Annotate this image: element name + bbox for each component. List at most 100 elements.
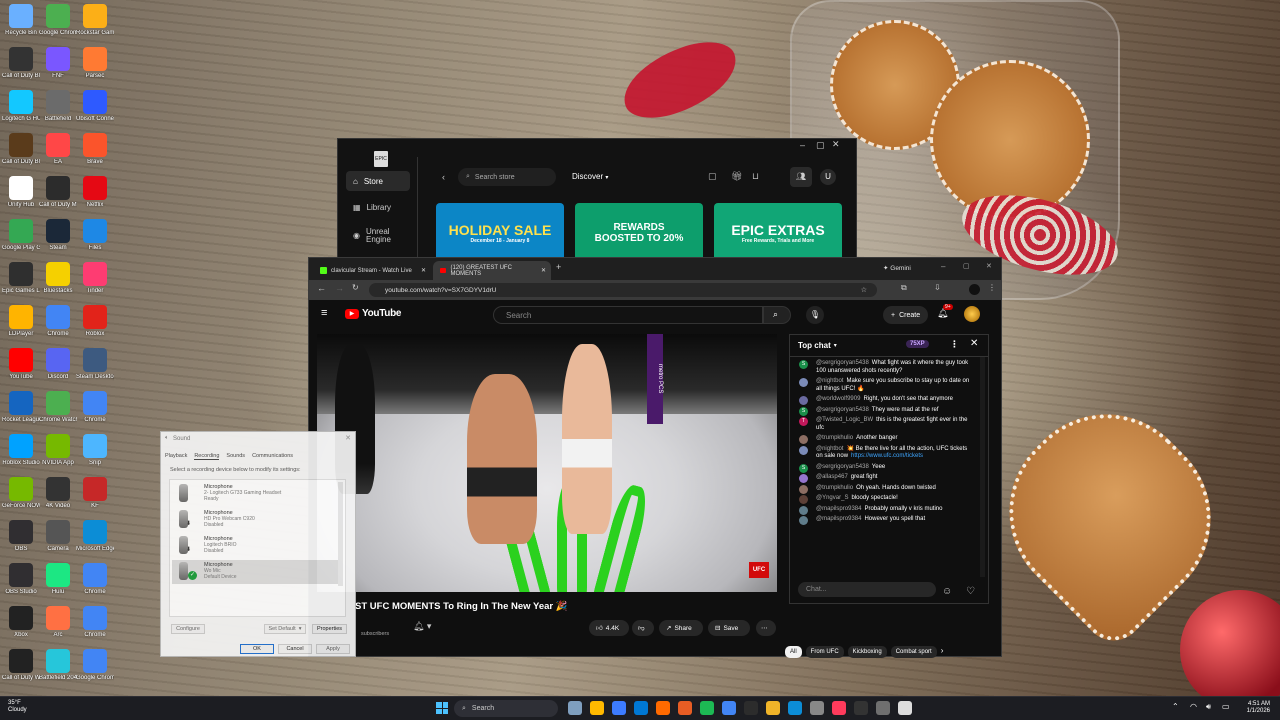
avatar[interactable]: U: [820, 169, 836, 185]
maximize-icon[interactable]: ▢: [963, 262, 970, 270]
chat-author[interactable]: @Yngvar_S: [816, 495, 848, 501]
recording-device[interactable]: Microphone Logitech BRIO Disabled ⬇: [172, 534, 343, 558]
taskbar-app-icon[interactable]: [590, 701, 604, 715]
chat-mode-dropdown[interactable]: Top chat: [798, 341, 831, 350]
chat-author[interactable]: @sergrigoryan5438: [816, 360, 869, 366]
taskbar-clock[interactable]: 4:51 AM 1/1/2026: [1247, 701, 1270, 715]
chat-author[interactable]: @trumpkhulio: [816, 435, 853, 441]
epic-nav-store[interactable]: ⌂ Store: [346, 171, 410, 191]
profile-avatar[interactable]: [969, 284, 980, 295]
desktop-icon[interactable]: Google Chrome: [76, 649, 114, 699]
device-list-scrollbar[interactable]: [338, 482, 343, 586]
address-bar[interactable]: youtube.com/watch?v=SX7GDYV1drU ☆: [369, 283, 877, 297]
microphone-icon[interactable]: 🎙︎: [806, 306, 824, 324]
epic-nav-library[interactable]: ▦ Library: [346, 197, 410, 217]
save-button[interactable]: ⊟ Save: [708, 620, 750, 636]
share-button[interactable]: ↗ Share: [659, 620, 703, 636]
chat-author[interactable]: @nightbot: [816, 378, 843, 384]
back-icon[interactable]: ‹: [442, 172, 445, 182]
notification-bell-icon[interactable]: 🔔︎ ▾: [413, 621, 431, 632]
chip-combat-sport[interactable]: Combat sport: [890, 646, 937, 658]
tab-communications[interactable]: Communications: [252, 453, 293, 460]
recording-device[interactable]: Microphone HD Pro Webcam C920 Disabled ⬇: [172, 508, 343, 532]
taskbar-app-icon[interactable]: [700, 701, 714, 715]
close-tab-icon[interactable]: ✕: [541, 267, 546, 274]
maximize-icon[interactable]: ▢: [816, 140, 825, 151]
recording-device[interactable]: Microphone Wo Mic Default Device ✓: [172, 560, 343, 584]
close-tab-icon[interactable]: ✕: [421, 267, 426, 274]
epic-nav-unreal[interactable]: ◉ Unreal Engine: [346, 223, 410, 249]
tray-overflow-icon[interactable]: ⌃: [1172, 702, 1179, 711]
tab-kick-stream[interactable]: clavicular Stream - Watch Live ✕: [313, 261, 431, 280]
chip-kickboxing[interactable]: Kickboxing: [847, 646, 887, 658]
reload-icon[interactable]: ↻: [352, 283, 359, 292]
chip-all[interactable]: All: [785, 646, 802, 658]
chat-link[interactable]: https://www.ufc.com/tickets: [851, 453, 923, 459]
dislike-button[interactable]: 👎︎: [632, 620, 654, 636]
chat-author[interactable]: @sergrigoryan5438: [816, 464, 869, 470]
taskbar-search[interactable]: ⌕ Search: [454, 700, 558, 717]
battery-icon[interactable]: ▭: [1222, 702, 1230, 711]
taskbar-app-icon[interactable]: [898, 701, 912, 715]
configure-button[interactable]: Configure: [171, 624, 205, 634]
chip-from-ufc[interactable]: From UFC: [805, 646, 844, 658]
chat-author[interactable]: @Twisted_Logic_BW: [816, 417, 873, 423]
start-button[interactable]: [436, 702, 448, 714]
youtube-logo[interactable]: ▶ YouTube: [345, 308, 402, 319]
chevron-right-icon[interactable]: ›: [941, 646, 944, 660]
close-icon[interactable]: ✕: [970, 338, 978, 349]
chevron-down-icon[interactable]: ▾: [834, 342, 837, 349]
taskbar-app-icon[interactable]: [810, 701, 824, 715]
recording-device[interactable]: Microphone 2- Logitech G733 Gaming Headse…: [172, 482, 343, 506]
chat-author[interactable]: @nightbot: [816, 446, 843, 452]
epic-tile-epic-extras[interactable]: EPIC EXTRAS Free Rewards, Trials and Mor…: [714, 203, 842, 263]
taskbar-app-icon[interactable]: [854, 701, 868, 715]
minimize-icon[interactable]: –: [941, 262, 945, 271]
avatar[interactable]: [964, 306, 980, 322]
cancel-button[interactable]: Cancel: [278, 644, 312, 654]
chat-author[interactable]: @mapilspro9384: [816, 516, 861, 522]
epic-tile-holiday-sale[interactable]: HOLIDAY SALE December 18 - January 8: [436, 203, 564, 263]
extensions-icon[interactable]: ⧉: [901, 283, 907, 293]
taskbar-app-icon[interactable]: [656, 701, 670, 715]
chat-author[interactable]: @allasp467: [816, 474, 848, 480]
create-button[interactable]: + Create: [883, 306, 929, 324]
back-icon[interactable]: ←: [317, 283, 326, 293]
chat-author[interactable]: @sergrigoryan5438: [816, 407, 869, 413]
chat-input[interactable]: Chat...: [798, 582, 936, 597]
forward-icon[interactable]: →: [335, 283, 344, 293]
menu-icon[interactable]: ⋮: [988, 283, 996, 292]
youtube-search-input[interactable]: Search: [493, 306, 763, 324]
friends-icon[interactable]: 👥︎: [790, 167, 812, 187]
chat-author[interactable]: @trumpkhulio: [816, 485, 853, 491]
more-actions-button[interactable]: ⋯: [756, 620, 776, 636]
minimize-icon[interactable]: –: [800, 140, 805, 150]
set-default-button[interactable]: Set Default ▾: [264, 624, 306, 634]
like-button[interactable]: 👍︎ 4.4K: [589, 620, 629, 636]
epic-search-input[interactable]: ⌕ Search store: [458, 168, 556, 186]
search-button[interactable]: ⌕: [763, 306, 791, 324]
properties-button[interactable]: Properties: [312, 624, 347, 634]
emoji-icon[interactable]: ☺: [942, 586, 952, 597]
close-icon[interactable]: ✕: [832, 139, 840, 150]
close-icon[interactable]: ✕: [986, 262, 992, 270]
taskbar-app-icon[interactable]: [678, 701, 692, 715]
ok-button[interactable]: OK: [240, 644, 274, 654]
taskbar-app-icon[interactable]: [876, 701, 890, 715]
new-tab-icon[interactable]: +: [556, 262, 561, 272]
chat-author[interactable]: @worldwolf9909: [816, 396, 860, 402]
close-icon[interactable]: ✕: [345, 434, 351, 442]
taskbar-app-icon[interactable]: [568, 701, 582, 715]
tab-recording[interactable]: Recording: [194, 453, 220, 460]
volume-icon[interactable]: 🔊︎: [1206, 702, 1211, 712]
gemini-button[interactable]: ✦ Gemini: [883, 264, 911, 272]
downloads-icon[interactable]: ⇩: [934, 283, 941, 292]
wifi-icon[interactable]: ◠: [1190, 702, 1197, 711]
taskbar-app-icon[interactable]: [744, 701, 758, 715]
cart-icon[interactable]: ⊔: [752, 171, 759, 182]
apply-button[interactable]: Apply: [316, 644, 350, 654]
more-icon[interactable]: ⋮: [950, 339, 959, 350]
taskbar-app-icon[interactable]: [634, 701, 648, 715]
tab-sounds[interactable]: Sounds: [226, 453, 245, 460]
video-player[interactable]: metro PCS UFC: [317, 334, 777, 592]
